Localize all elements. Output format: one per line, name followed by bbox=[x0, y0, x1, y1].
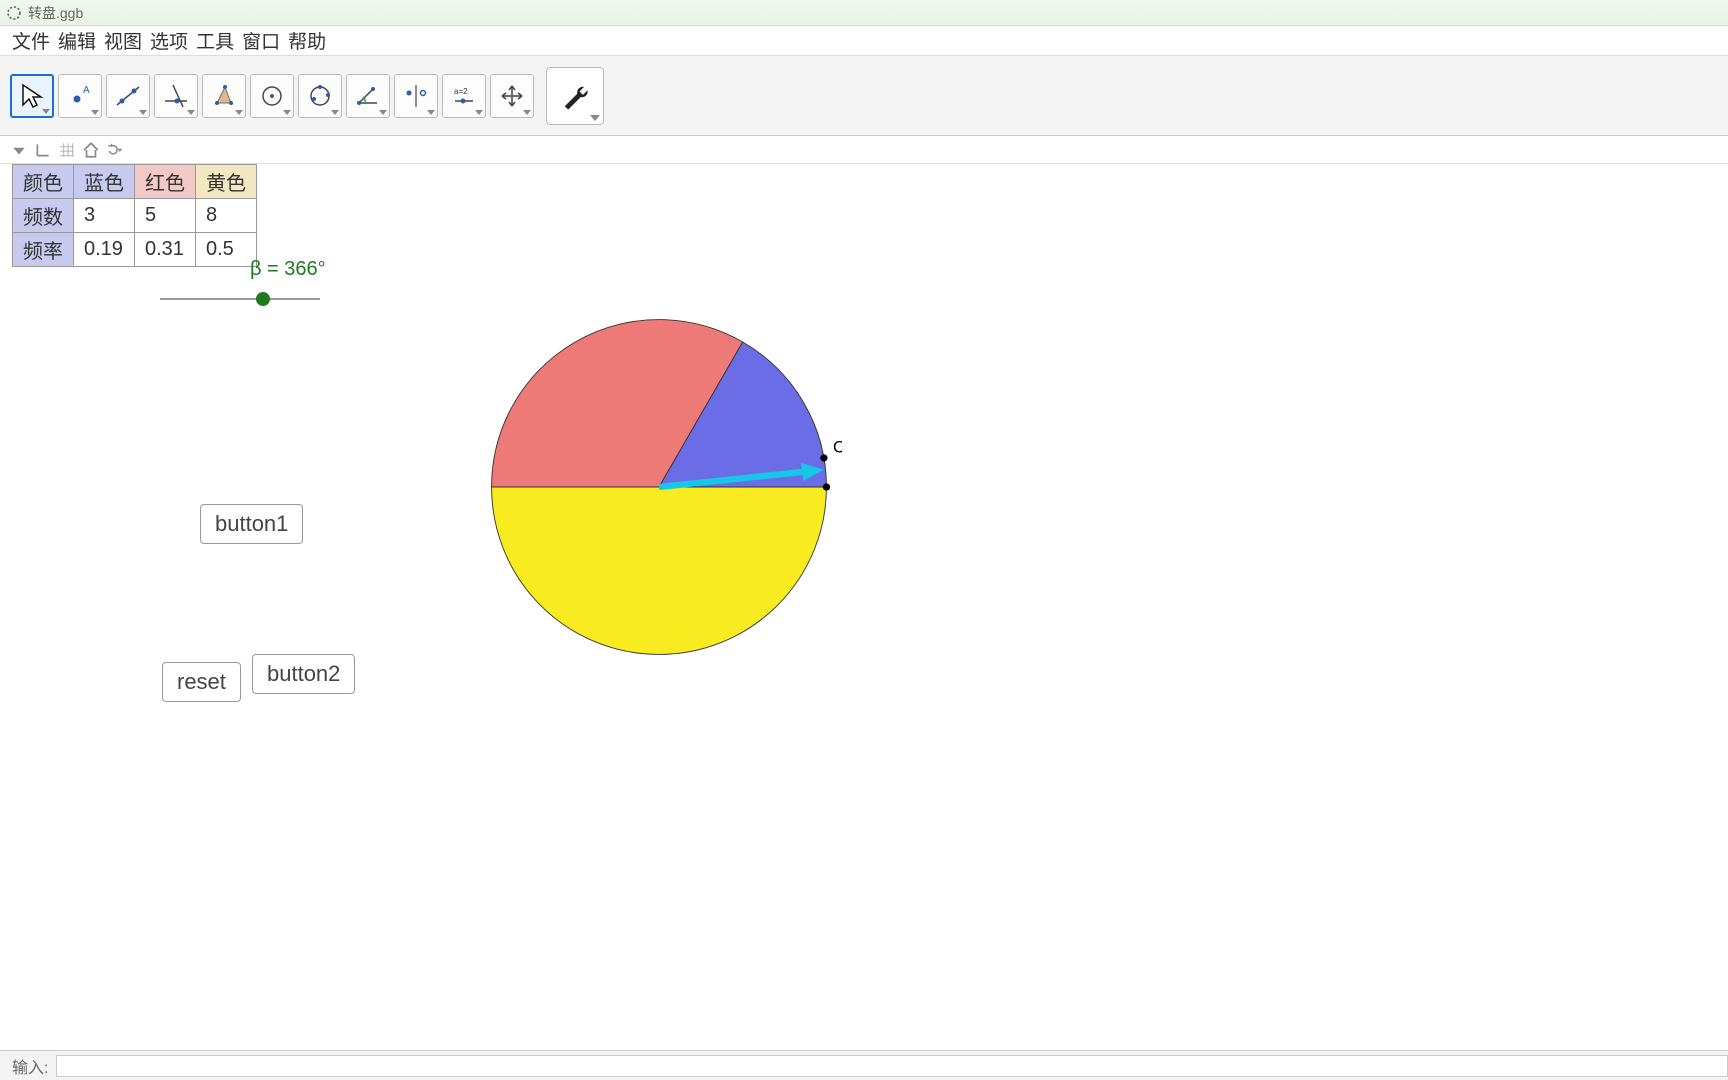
beta-slider-label: β = 366° bbox=[250, 258, 326, 281]
command-input[interactable] bbox=[56, 1055, 1728, 1077]
frequency-table: 颜色 蓝色 红色 黄色 频数 3 5 8 频率 0.19 0.31 0.5 bbox=[12, 164, 257, 267]
button2[interactable]: button2 bbox=[252, 654, 355, 694]
menu-bar: 文件 编辑 视图 选项 工具 窗口 帮助 bbox=[0, 26, 1728, 56]
row-label-freq: 频数 bbox=[13, 199, 74, 233]
menu-file[interactable]: 文件 bbox=[10, 25, 52, 56]
point-tool[interactable]: A bbox=[58, 74, 102, 118]
table-header-red: 红色 bbox=[135, 165, 196, 199]
cell-freq-red: 5 bbox=[135, 199, 196, 233]
spinner-pie[interactable]: C bbox=[476, 304, 842, 670]
undo-dropdown-icon[interactable] bbox=[106, 141, 124, 159]
beta-slider-thumb[interactable] bbox=[256, 292, 270, 306]
conic-tool[interactable] bbox=[298, 74, 342, 118]
menu-edit[interactable]: 编辑 bbox=[56, 25, 98, 56]
menu-view[interactable]: 视图 bbox=[102, 25, 144, 56]
table-header-yellow: 黄色 bbox=[196, 165, 257, 199]
cell-rate-blue: 0.19 bbox=[74, 233, 135, 267]
input-bar-label: 输入: bbox=[12, 1054, 48, 1078]
window-title: 转盘.ggb bbox=[28, 3, 83, 23]
button1[interactable]: button1 bbox=[200, 504, 303, 544]
rim-point-c[interactable] bbox=[820, 454, 827, 461]
app-icon bbox=[6, 5, 22, 21]
table-header-blue: 蓝色 bbox=[74, 165, 135, 199]
table-header-color: 颜色 bbox=[13, 165, 74, 199]
toolbar: A a=2 bbox=[0, 56, 1728, 136]
rim-point-c-label: C bbox=[833, 438, 842, 456]
cell-rate-yellow: 0.5 bbox=[196, 233, 257, 267]
style-bar bbox=[0, 136, 1728, 164]
cell-freq-blue: 3 bbox=[74, 199, 135, 233]
cell-freq-yellow: 8 bbox=[196, 199, 257, 233]
svg-text:a=2: a=2 bbox=[454, 87, 468, 96]
reset-button[interactable]: reset bbox=[162, 662, 241, 702]
cell-rate-red: 0.31 bbox=[135, 233, 196, 267]
beta-slider[interactable]: β = 366° bbox=[160, 284, 360, 286]
row-label-rate: 频率 bbox=[13, 233, 74, 267]
grid-toggle-icon[interactable] bbox=[58, 141, 76, 159]
move-tool[interactable] bbox=[10, 74, 54, 118]
line-tool[interactable] bbox=[106, 74, 150, 118]
menu-window[interactable]: 窗口 bbox=[240, 25, 282, 56]
polygon-tool[interactable] bbox=[202, 74, 246, 118]
axes-toggle-icon[interactable] bbox=[34, 141, 52, 159]
beta-slider-track[interactable] bbox=[160, 298, 320, 300]
svg-text:A: A bbox=[83, 85, 90, 96]
style-dropdown-icon[interactable] bbox=[10, 141, 28, 159]
reflect-tool[interactable] bbox=[394, 74, 438, 118]
menu-help[interactable]: 帮助 bbox=[286, 25, 328, 56]
pie-slice-黄色 bbox=[492, 487, 827, 654]
home-icon[interactable] bbox=[82, 141, 100, 159]
move-view-tool[interactable] bbox=[490, 74, 534, 118]
slider-tool[interactable]: a=2 bbox=[442, 74, 486, 118]
perpendicular-tool[interactable] bbox=[154, 74, 198, 118]
input-bar: 输入: bbox=[0, 1050, 1728, 1080]
options-tool[interactable] bbox=[546, 67, 604, 125]
graphics-view[interactable]: 颜色 蓝色 红色 黄色 频数 3 5 8 频率 0.19 0.31 0.5 β … bbox=[0, 164, 1728, 1050]
titlebar: 转盘.ggb bbox=[0, 0, 1728, 26]
menu-options[interactable]: 选项 bbox=[148, 25, 190, 56]
circle-tool[interactable] bbox=[250, 74, 294, 118]
rim-point-zero bbox=[823, 483, 830, 490]
angle-tool[interactable] bbox=[346, 74, 390, 118]
menu-tools[interactable]: 工具 bbox=[194, 25, 236, 56]
